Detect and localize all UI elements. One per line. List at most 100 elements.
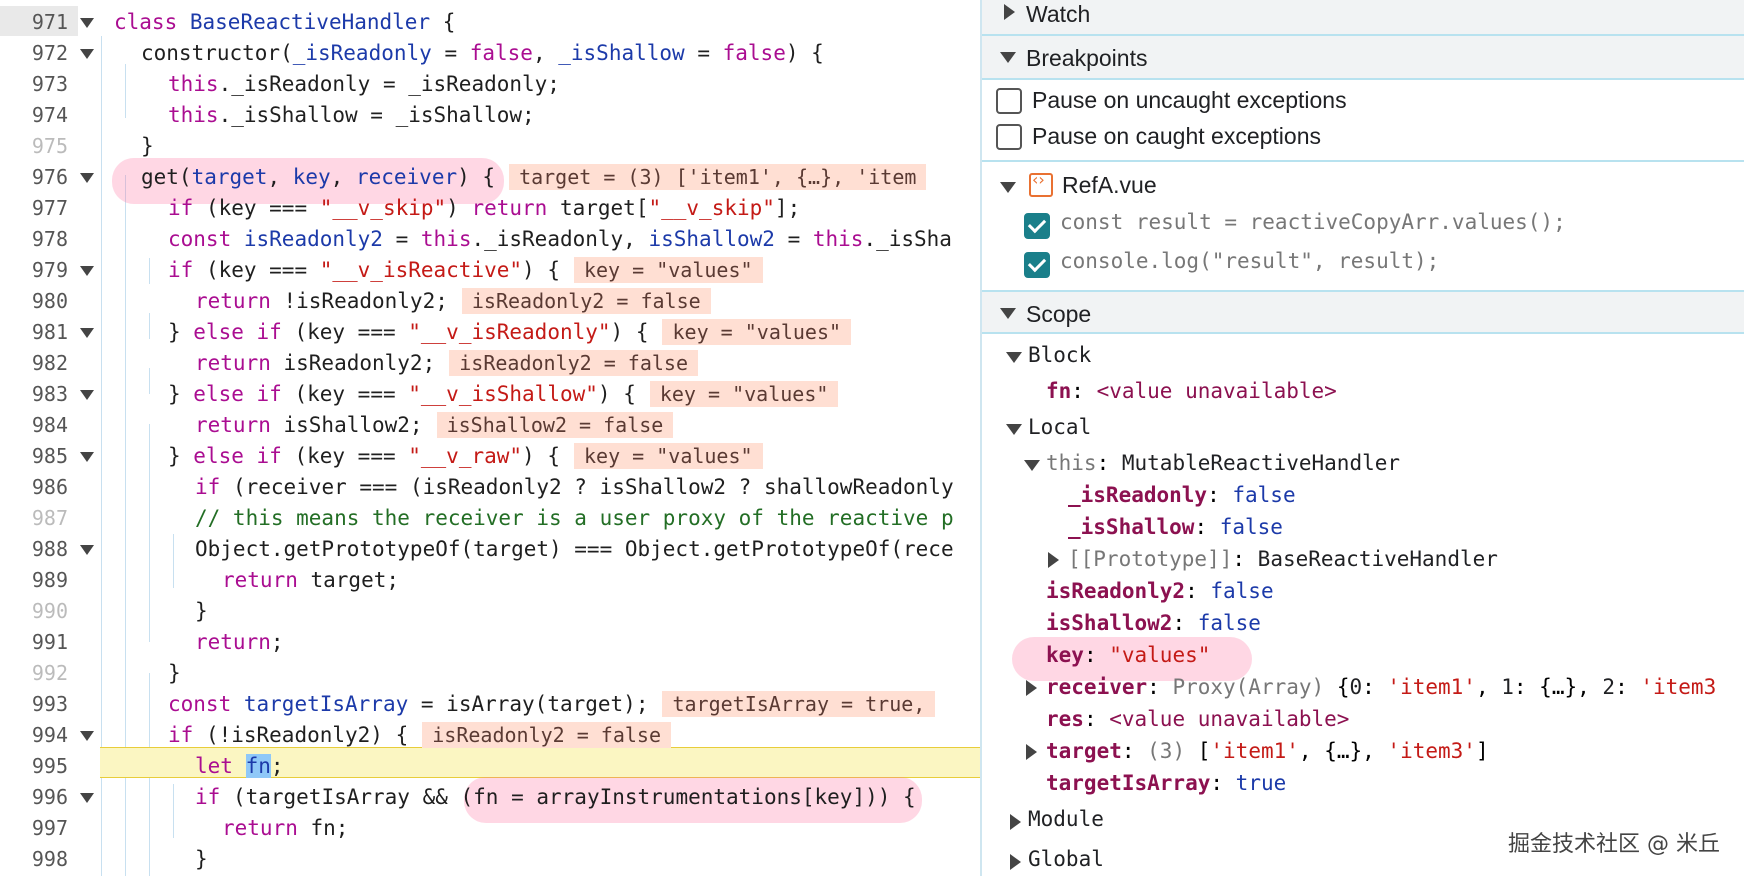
indent-guide bbox=[149, 313, 150, 339]
divider bbox=[982, 160, 1744, 162]
indent-guide bbox=[149, 368, 150, 394]
scope-local-label[interactable]: Local bbox=[1028, 415, 1091, 439]
line-number[interactable]: 997 bbox=[0, 813, 68, 844]
pause-uncaught-checkbox[interactable] bbox=[996, 88, 1022, 114]
expand-arrow-icon[interactable] bbox=[1010, 814, 1021, 830]
code-line-983: } else if (key === "__v_isShallow") {key… bbox=[168, 379, 839, 410]
line-number[interactable]: 973 bbox=[0, 69, 68, 100]
code-line-992: } bbox=[168, 661, 181, 685]
line-number[interactable]: 977 bbox=[0, 193, 68, 224]
code-line-976: get(target, key, receiver) {target = (3)… bbox=[141, 162, 927, 193]
watch-section-header[interactable]: Watch bbox=[982, 0, 1744, 36]
fold-arrow-icon[interactable] bbox=[80, 18, 94, 28]
line-number[interactable]: 991 bbox=[0, 627, 68, 658]
inline-value: key = "values" bbox=[649, 381, 839, 407]
line-number[interactable]: 985 bbox=[0, 441, 68, 472]
breakpoints-section-header[interactable]: Breakpoints bbox=[982, 36, 1744, 80]
inline-value: target = (3) ['item1', {…}, 'item bbox=[509, 164, 927, 190]
code-line-984: return isShallow2; isShallow2 = false bbox=[195, 410, 674, 441]
code-line-996: if (targetIsArray && (fn = arrayInstrume… bbox=[195, 785, 916, 809]
line-number[interactable]: 976 bbox=[0, 162, 68, 193]
fold-arrow-icon[interactable] bbox=[80, 452, 94, 462]
scope-var-isReadonly: _isReadonly: false bbox=[1068, 483, 1296, 507]
line-number[interactable]: 978 bbox=[0, 224, 68, 255]
code-line-995: let fn; bbox=[195, 754, 284, 778]
line-number[interactable]: 979 bbox=[0, 255, 68, 286]
line-number[interactable]: 987 bbox=[0, 503, 68, 534]
breakpoint-2-code[interactable]: console.log("result", result); bbox=[1060, 249, 1439, 273]
line-number[interactable]: 996 bbox=[0, 782, 68, 813]
source-editor[interactable]: 971 972 973 974 975 976 977 978 979 980 981 982 983 9… bbox=[0, 0, 980, 876]
fold-arrow-icon[interactable] bbox=[80, 390, 94, 400]
scope-global-label[interactable]: Global bbox=[1028, 847, 1104, 871]
collapse-arrow-icon[interactable] bbox=[1024, 460, 1040, 471]
code-line-973: this._isReadonly = _isReadonly; bbox=[168, 72, 560, 96]
line-number[interactable]: 975 bbox=[0, 131, 68, 162]
line-number[interactable]: 981 bbox=[0, 317, 68, 348]
line-number[interactable]: 994 bbox=[0, 720, 68, 751]
code-line-981: } else if (key === "__v_isReadonly") {ke… bbox=[168, 317, 852, 348]
breakpoints-label: Breakpoints bbox=[1026, 45, 1148, 71]
code-line-972: constructor(_isReadonly = false, _isShal… bbox=[141, 41, 824, 65]
collapse-arrow-icon[interactable] bbox=[1006, 424, 1022, 435]
indent-guide bbox=[125, 64, 126, 118]
scope-var-receiver[interactable]: receiver: Proxy(Array) {0: 'item1', 1: {… bbox=[1046, 675, 1716, 699]
code-line-978: const isReadonly2 = this._isReadonly, is… bbox=[168, 227, 952, 251]
inline-value: key = "values" bbox=[573, 257, 763, 283]
fold-arrow-icon[interactable] bbox=[80, 173, 94, 183]
scope-var-prototype[interactable]: [[Prototype]]: BaseReactiveHandler bbox=[1068, 547, 1498, 571]
code-line-998: } bbox=[195, 847, 208, 871]
scope-var-target[interactable]: target: (3) ['item1', {…}, 'item3'] bbox=[1046, 739, 1489, 763]
scope-var-this[interactable]: this: MutableReactiveHandler bbox=[1046, 451, 1400, 475]
breakpoint-2-checkbox[interactable] bbox=[1024, 252, 1050, 278]
code-line-985: } else if (key === "__v_raw") {key = "va… bbox=[168, 441, 763, 472]
line-number[interactable]: 988 bbox=[0, 534, 68, 565]
fold-arrow-icon[interactable] bbox=[80, 793, 94, 803]
scope-module-label[interactable]: Module bbox=[1028, 807, 1104, 831]
line-number[interactable]: 989 bbox=[0, 565, 68, 596]
line-number[interactable]: 984 bbox=[0, 410, 68, 441]
fold-arrow-icon[interactable] bbox=[80, 266, 94, 276]
collapse-arrow-icon[interactable] bbox=[1006, 352, 1022, 363]
line-number[interactable]: 998 bbox=[0, 844, 68, 875]
scope-var-fn: fn: <value unavailable> bbox=[1046, 379, 1337, 403]
collapse-arrow-icon[interactable] bbox=[1000, 182, 1016, 193]
scope-label: Scope bbox=[1026, 301, 1092, 327]
pause-caught-checkbox[interactable] bbox=[996, 124, 1022, 150]
line-number[interactable]: 972 bbox=[0, 38, 68, 69]
code-line-997: return fn; bbox=[222, 816, 349, 840]
line-number[interactable]: 995 bbox=[0, 751, 68, 782]
scope-block-label[interactable]: Block bbox=[1028, 343, 1091, 367]
file-icon bbox=[1029, 170, 1053, 197]
pause-caught-label[interactable]: Pause on caught exceptions bbox=[1032, 123, 1321, 150]
expand-arrow-icon[interactable] bbox=[1026, 680, 1037, 696]
code-line-988: Object.getPrototypeOf(target) === Object… bbox=[195, 537, 954, 561]
inline-value: isReadonly2 = false bbox=[422, 722, 672, 748]
line-number[interactable]: 974 bbox=[0, 100, 68, 131]
line-number[interactable]: 992 bbox=[0, 658, 68, 689]
line-number[interactable]: 990 bbox=[0, 596, 68, 627]
expand-arrow-icon[interactable] bbox=[1010, 854, 1021, 870]
code-line-980: return !isReadonly2; isReadonly2 = false bbox=[195, 286, 711, 317]
expand-arrow-icon[interactable] bbox=[1048, 552, 1059, 568]
line-number[interactable]: 971 bbox=[0, 7, 68, 38]
line-number[interactable]: 983 bbox=[0, 379, 68, 410]
code-line-974: this._isShallow = _isShallow; bbox=[168, 103, 535, 127]
fold-arrow-icon[interactable] bbox=[80, 731, 94, 741]
line-number[interactable]: 982 bbox=[0, 348, 68, 379]
code-line-993: const targetIsArray = isArray(target); ta… bbox=[168, 689, 936, 720]
indent-guide bbox=[149, 424, 150, 642]
fold-arrow-icon[interactable] bbox=[80, 49, 94, 59]
expand-arrow-icon[interactable] bbox=[1026, 744, 1037, 760]
inline-value: key = "values" bbox=[573, 443, 763, 469]
line-number[interactable]: 993 bbox=[0, 689, 68, 720]
fold-arrow-icon[interactable] bbox=[80, 545, 94, 555]
scope-section-header[interactable]: Scope bbox=[982, 290, 1744, 334]
line-number[interactable]: 980 bbox=[0, 286, 68, 317]
fold-arrow-icon[interactable] bbox=[80, 328, 94, 338]
breakpoint-1-code[interactable]: const result = reactiveCopyArr.values(); bbox=[1060, 210, 1566, 234]
breakpoint-file-name[interactable]: RefA.vue bbox=[1062, 172, 1157, 199]
breakpoint-1-checkbox[interactable] bbox=[1024, 213, 1050, 239]
line-number[interactable]: 986 bbox=[0, 472, 68, 503]
pause-uncaught-label[interactable]: Pause on uncaught exceptions bbox=[1032, 87, 1347, 114]
